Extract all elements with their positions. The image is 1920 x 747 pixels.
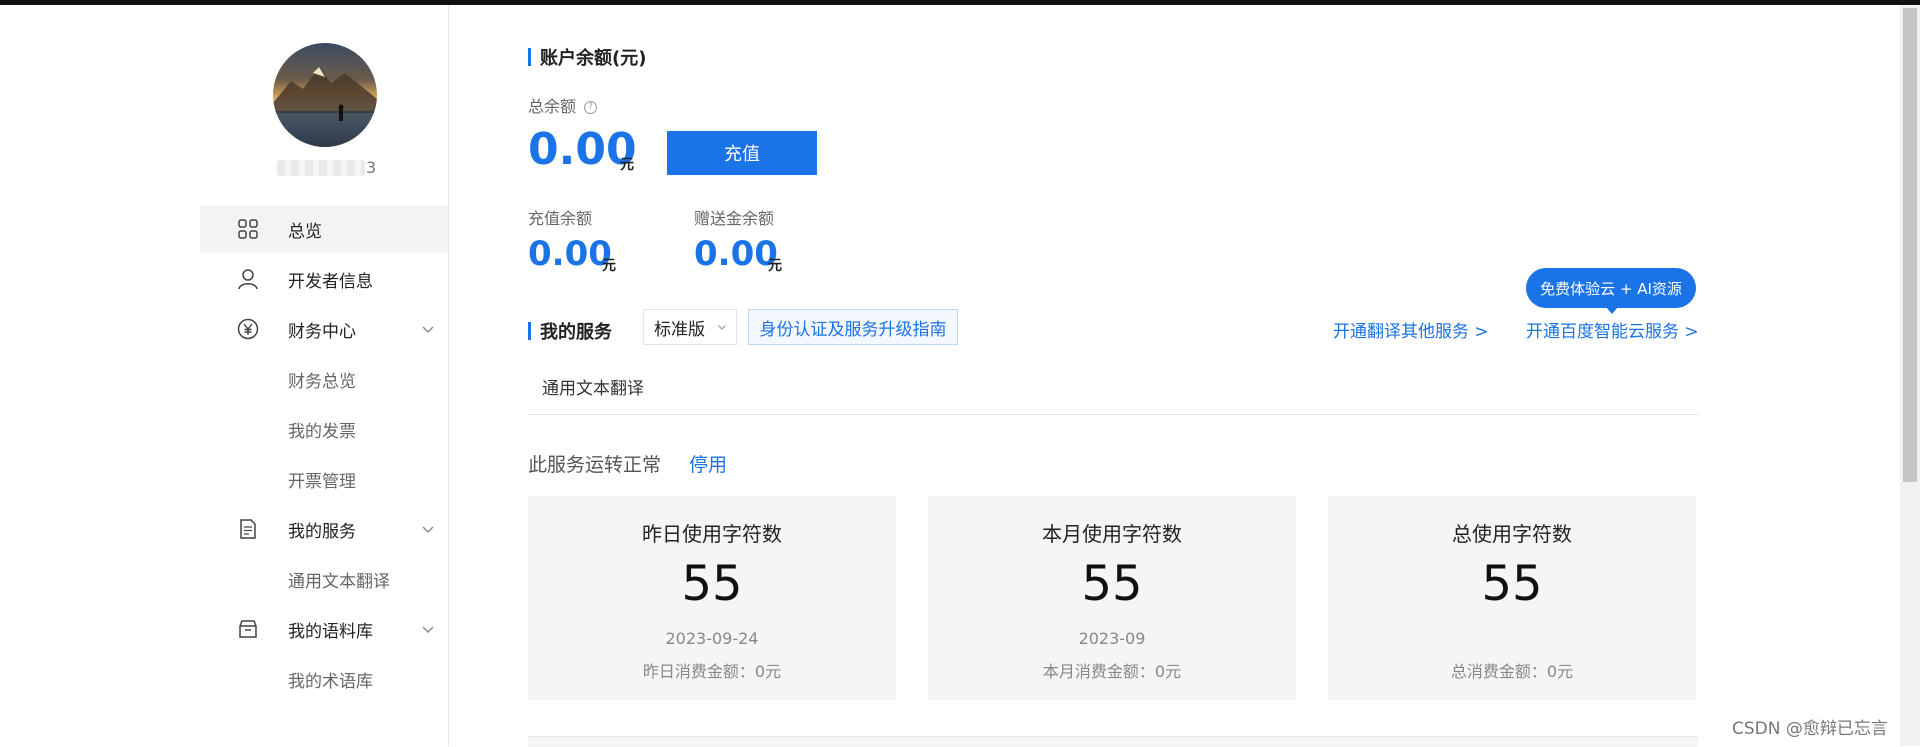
avatar[interactable]	[273, 43, 377, 147]
card-fee: 本月消费金额：0元	[1042, 662, 1182, 681]
recharge-balance-unit: 元	[602, 258, 616, 274]
yuan-icon	[237, 318, 259, 340]
username-suffix: 3	[366, 158, 377, 177]
title-accent-bar	[528, 322, 531, 340]
chevron-down-icon	[718, 325, 726, 330]
upgrade-guide-button[interactable]: 身份认证及服务升级指南	[748, 309, 958, 345]
services-section-title: 我的服务	[528, 318, 612, 344]
sidebar-item-general-text-translation[interactable]: 通用文本翻译	[200, 555, 448, 599]
edition-select[interactable]: 标准版	[643, 309, 737, 345]
sidebar-item-overview[interactable]: 总览	[200, 205, 448, 253]
total-balance-label-text: 总余额	[528, 97, 577, 116]
usage-card-month: 本月使用字符数 55 2023-09 本月消费金额：0元	[928, 496, 1296, 700]
card-title: 昨日使用字符数	[642, 522, 782, 546]
open-other-translation-link[interactable]: 开通翻译其他服务 >	[1333, 317, 1489, 342]
sidebar-item-label: 我的语料库	[288, 621, 373, 642]
sidebar-item-label: 开票管理	[288, 472, 356, 492]
sidebar-item-developer-info[interactable]: 开发者信息	[200, 255, 448, 303]
sidebar-item-label: 我的服务	[288, 521, 356, 542]
sidebar-item-label: 通用文本翻译	[288, 572, 390, 592]
main-content: 账户余额(元) 总余额? 0.00 元 充值 充值余额 0.00 元 赠送金余额…	[528, 0, 1699, 747]
tab-divider	[528, 414, 1698, 415]
card-value: 55	[1481, 556, 1543, 612]
gift-balance-label: 赠送金余额	[694, 209, 775, 228]
card-title: 本月使用字符数	[1042, 522, 1182, 546]
recharge-balance-value: 0.00	[528, 234, 612, 274]
sidebar: 3 总览 开发者信息 财务中心 财务总览 我的发票 开票管理 我的服务 通用文本…	[200, 5, 449, 746]
gift-balance-unit: 元	[768, 258, 782, 274]
open-baidu-cloud-link[interactable]: 开通百度智能云服务 >	[1526, 317, 1699, 342]
sidebar-item-label: 我的术语库	[288, 672, 373, 692]
usage-card-yesterday: 昨日使用字符数 55 2023-09-24 昨日消费金额：0元	[528, 496, 896, 700]
stop-service-link[interactable]: 停用	[689, 450, 727, 477]
sidebar-item-invoice-management[interactable]: 开票管理	[200, 455, 448, 499]
grid-icon	[238, 219, 258, 239]
user-icon	[238, 269, 258, 290]
total-balance-label: 总余额?	[528, 93, 598, 117]
usage-card-total: 总使用字符数 55 总消费金额：0元	[1328, 496, 1696, 700]
balance-title-text: 账户余额(元)	[540, 48, 647, 69]
total-balance-unit: 元	[620, 157, 634, 173]
edition-select-value: 标准版	[654, 319, 705, 340]
gift-balance-value: 0.00	[694, 234, 778, 274]
sidebar-item-label: 我的发票	[288, 422, 356, 442]
sidebar-item-label: 财务中心	[288, 321, 356, 342]
card-title: 总使用字符数	[1452, 522, 1572, 546]
chevron-down-icon	[422, 526, 434, 533]
next-section-edge	[528, 736, 1698, 747]
chevron-down-icon	[422, 626, 434, 633]
username: 3	[277, 157, 377, 179]
scrollbar-thumb[interactable]	[1903, 8, 1917, 482]
card-date: 2023-09	[1078, 629, 1146, 648]
title-accent-bar	[528, 48, 531, 66]
sidebar-item-finance-overview[interactable]: 财务总览	[200, 355, 448, 399]
chevron-down-icon	[422, 326, 434, 333]
document-icon	[240, 519, 256, 539]
sidebar-item-label: 开发者信息	[288, 271, 373, 292]
card-fee: 总消费金额：0元	[1450, 662, 1574, 681]
free-trial-bubble[interactable]: 免费体验云 + AI资源	[1526, 268, 1696, 314]
services-title-text: 我的服务	[540, 322, 612, 343]
sidebar-item-finance-center[interactable]: 财务中心	[200, 305, 448, 353]
service-status-text: 此服务运转正常	[528, 454, 662, 476]
help-icon[interactable]: ?	[584, 101, 598, 114]
recharge-button[interactable]: 充值	[667, 131, 817, 175]
card-value: 55	[1081, 556, 1143, 612]
watermark: CSDN @愈辩已忘言	[1732, 719, 1888, 739]
sidebar-item-my-services[interactable]: 我的服务	[200, 505, 448, 553]
username-blurred	[277, 160, 365, 176]
sidebar-item-my-corpus[interactable]: 我的语料库	[200, 605, 448, 653]
card-fee: 昨日消费金额：0元	[642, 662, 782, 681]
sidebar-item-my-termbase[interactable]: 我的术语库	[200, 655, 448, 699]
recharge-balance-label: 充值余额	[528, 209, 593, 228]
sidebar-item-my-invoices[interactable]: 我的发票	[200, 405, 448, 449]
box-icon	[239, 620, 257, 638]
card-date: 2023-09-24	[665, 629, 759, 648]
sidebar-item-label: 总览	[288, 221, 322, 242]
sidebar-item-label: 财务总览	[288, 372, 356, 392]
tab-general-text-translation[interactable]: 通用文本翻译	[542, 374, 644, 399]
card-value: 55	[681, 556, 743, 612]
balance-section-title: 账户余额(元)	[528, 44, 646, 70]
